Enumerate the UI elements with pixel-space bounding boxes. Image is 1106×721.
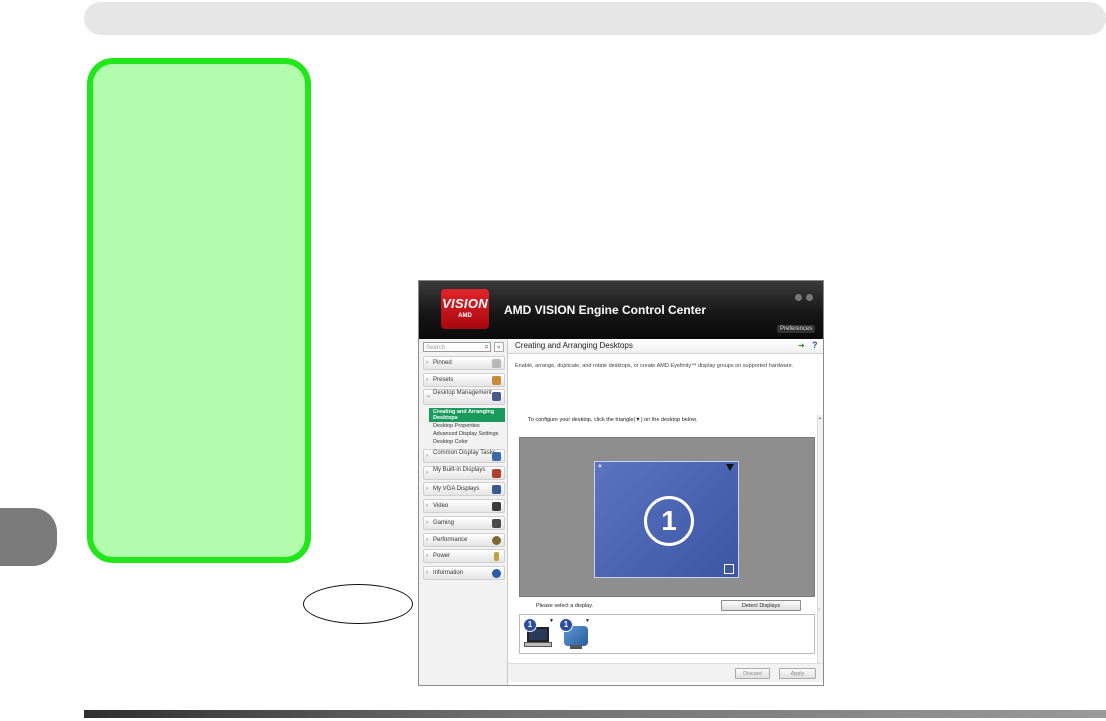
- main-content: Creating and Arranging Desktops ➜ ? Enab…: [508, 339, 823, 685]
- sidebar-item-video[interactable]: › Video: [423, 499, 505, 514]
- display-tasks-icon: [492, 452, 501, 462]
- chevron-right-icon: ›: [426, 569, 428, 576]
- highlight-circle: [303, 584, 413, 624]
- gauge-icon: [492, 535, 501, 545]
- sidebar-item-pinned[interactable]: › Pinned: [423, 356, 505, 370]
- desktop-arrangement-area: * 1: [519, 437, 815, 597]
- instruction-text: To configure your desktop, click the tri…: [528, 417, 698, 423]
- subitem-desktop-properties[interactable]: Desktop Properties: [423, 422, 505, 430]
- chevron-right-icon: ›: [426, 503, 428, 510]
- chevron-right-icon: ›: [426, 469, 428, 476]
- desktop-number: 1: [644, 496, 694, 546]
- vision-logo: VISION AMD: [441, 289, 489, 329]
- desktop-management-submenu: Creating and Arranging Desktops Desktop …: [423, 408, 505, 446]
- sidebar-item-desktop-management[interactable]: ⌄ Desktop Management: [423, 389, 505, 406]
- sidebar-note-box: [87, 58, 311, 563]
- gaming-icon: [492, 518, 501, 528]
- collapse-sidebar-button[interactable]: «: [494, 342, 504, 352]
- chevron-right-icon: ›: [426, 453, 428, 460]
- desktop-1[interactable]: * 1: [594, 461, 739, 578]
- chevron-right-icon: ›: [426, 536, 428, 543]
- search-placeholder: Search: [426, 345, 446, 351]
- footer-rule: [84, 710, 1106, 718]
- app-header: VISION AMD AMD VISION Engine Control Cen…: [419, 281, 823, 339]
- monitor-stand: [570, 645, 582, 649]
- sidebar-item-power[interactable]: › Power: [423, 549, 505, 564]
- logo-text: VISION: [442, 296, 488, 311]
- sidebar: Search ⌕ « › Pinned › Presets ⌄ Desktop …: [419, 339, 508, 685]
- content-header: Creating and Arranging Desktops ➜ ?: [508, 339, 823, 354]
- nav-list: › Pinned › Presets ⌄ Desktop Management …: [423, 356, 505, 583]
- page-title: Creating and Arranging Desktops: [515, 341, 633, 350]
- info-icon: [492, 568, 501, 578]
- laptop-base: [524, 642, 552, 647]
- settings-icon[interactable]: [806, 294, 813, 301]
- sidebar-item-vga-displays[interactable]: › My VGA Displays: [423, 482, 505, 497]
- sidebar-item-information[interactable]: › Information: [423, 565, 505, 580]
- help-icon[interactable]: ?: [812, 340, 818, 350]
- scroll-grip-icon[interactable]: ≡: [818, 607, 822, 612]
- desktop-menu-triangle-icon[interactable]: [726, 464, 734, 471]
- sidebar-item-built-in-displays[interactable]: › My Built-in Displays: [423, 465, 505, 480]
- select-display-text: Please select a display.: [536, 603, 594, 609]
- chevron-right-icon: ›: [426, 486, 428, 493]
- pencil-icon: [492, 375, 501, 385]
- chapter-tab: [0, 508, 57, 566]
- vga-display-icon: [492, 485, 501, 495]
- vga-display-thumb[interactable]: 1 ▼: [559, 618, 591, 650]
- vertical-scrollbar[interactable]: ▲ ≡: [817, 415, 823, 669]
- sidebar-item-common-display-tasks[interactable]: › Common Display Tasks: [423, 449, 505, 464]
- chevron-right-icon: ›: [426, 519, 428, 526]
- chevron-right-icon: ›: [426, 360, 428, 366]
- display-badge: 1: [559, 618, 573, 632]
- detect-displays-button[interactable]: Detect Displays: [721, 600, 801, 611]
- chevron-right-icon: ›: [426, 376, 428, 383]
- pin-icon: [492, 359, 501, 368]
- header-bar: [84, 2, 1106, 35]
- thumb-dropdown-icon[interactable]: ▼: [549, 618, 554, 624]
- battery-icon: [494, 552, 499, 562]
- chevron-down-icon: ⌄: [426, 393, 432, 400]
- laptop-display-thumb[interactable]: 1 ▼: [523, 618, 555, 650]
- sidebar-item-gaming[interactable]: › Gaming: [423, 515, 505, 530]
- apply-button[interactable]: Apply: [779, 668, 816, 679]
- page-description: Enable, arrange, duplicate, and rotate d…: [515, 363, 794, 369]
- scroll-up-arrow-icon[interactable]: ▲: [818, 415, 822, 420]
- display-thumbnails: 1 ▼ 1 ▼: [519, 614, 815, 654]
- help-bulb-icon[interactable]: [795, 294, 802, 301]
- laptop-icon: [492, 468, 501, 478]
- sidebar-item-presets[interactable]: › Presets: [423, 372, 505, 387]
- discard-button[interactable]: Discard: [735, 668, 770, 679]
- display-badge: 1: [523, 618, 537, 632]
- primary-star-icon: *: [598, 463, 602, 474]
- desktop-icon: [492, 392, 501, 402]
- preferences-button[interactable]: Preferences: [777, 325, 816, 333]
- logo-subtext: AMD: [458, 313, 472, 319]
- video-icon: [492, 502, 501, 512]
- search-input[interactable]: Search ⌕: [423, 342, 491, 352]
- pin-page-icon[interactable]: ➜: [798, 341, 805, 350]
- footer-buttons: Discard Apply: [508, 663, 823, 682]
- search-icon[interactable]: ⌕: [485, 342, 489, 352]
- subitem-advanced-display-settings[interactable]: Advanced Display Settings: [423, 430, 505, 438]
- chevron-right-icon: ›: [426, 553, 428, 560]
- subitem-desktop-color[interactable]: Desktop Color: [423, 438, 505, 446]
- thumb-dropdown-icon[interactable]: ▼: [585, 618, 590, 624]
- amd-vision-window: VISION AMD AMD VISION Engine Control Cen…: [418, 280, 824, 686]
- window-controls: [795, 288, 821, 301]
- sidebar-item-performance[interactable]: › Performance: [423, 532, 505, 547]
- window-mode-icon: [724, 564, 734, 574]
- app-title: AMD VISION Engine Control Center: [504, 303, 707, 317]
- subitem-creating-arranging-desktops[interactable]: Creating and Arranging Desktops: [429, 408, 505, 423]
